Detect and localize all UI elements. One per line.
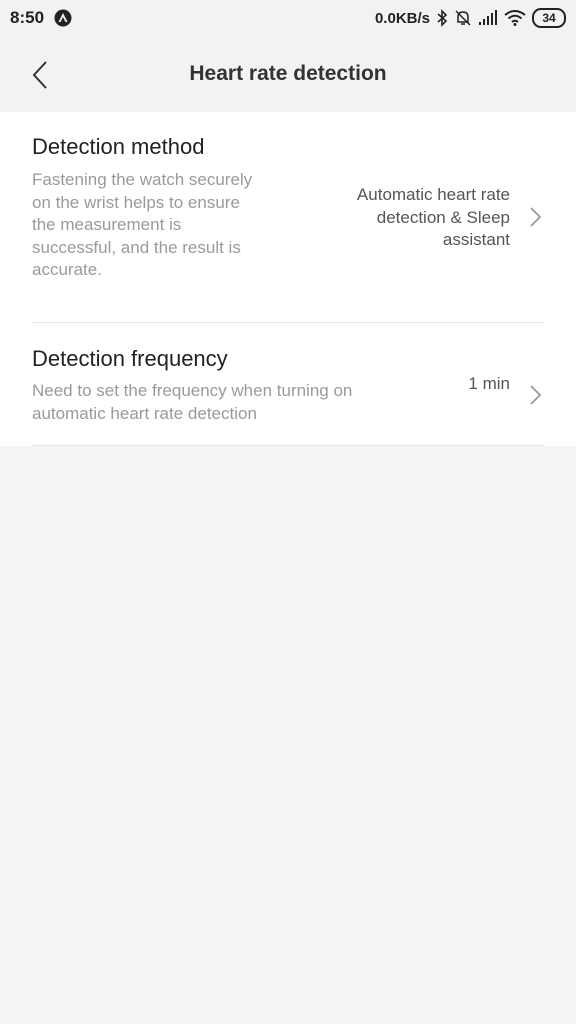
detection-frequency-description: Need to set the frequency when turning o…: [32, 381, 353, 423]
chevron-right-icon: [526, 204, 544, 230]
bluetooth-icon: [436, 9, 448, 27]
battery-icon: 34: [532, 8, 566, 28]
page-title: Heart rate detection: [189, 62, 387, 85]
network-speed: 0.0KB/s: [374, 9, 430, 27]
detection-frequency-title: Detection frequency: [32, 346, 228, 371]
status-bar: 8:50 0.0KB/s 34: [0, 0, 576, 38]
app-notification-icon: [54, 9, 72, 27]
mute-icon: [454, 9, 472, 27]
toolbar: Heart rate detection: [0, 38, 576, 112]
status-indicators: 0.0KB/s 34: [375, 8, 566, 28]
detection-method-title: Detection method: [32, 134, 205, 159]
signal-icon: [478, 10, 498, 26]
detection-method-description: Fastening the watch securely on the wris…: [32, 170, 253, 279]
detection-method-value: Automatic heart rate detection & Sleep a…: [356, 185, 510, 249]
wifi-icon: [504, 10, 526, 26]
detection-method-row[interactable]: Detection method Fastening the watch sec…: [32, 112, 544, 323]
chevron-right-icon: [526, 382, 544, 408]
detection-frequency-row[interactable]: Detection frequency Need to set the freq…: [32, 323, 544, 446]
status-time: 8:50: [10, 8, 45, 27]
settings-card: Detection method Fastening the watch sec…: [0, 112, 576, 446]
detection-frequency-value: 1 min: [468, 374, 510, 393]
